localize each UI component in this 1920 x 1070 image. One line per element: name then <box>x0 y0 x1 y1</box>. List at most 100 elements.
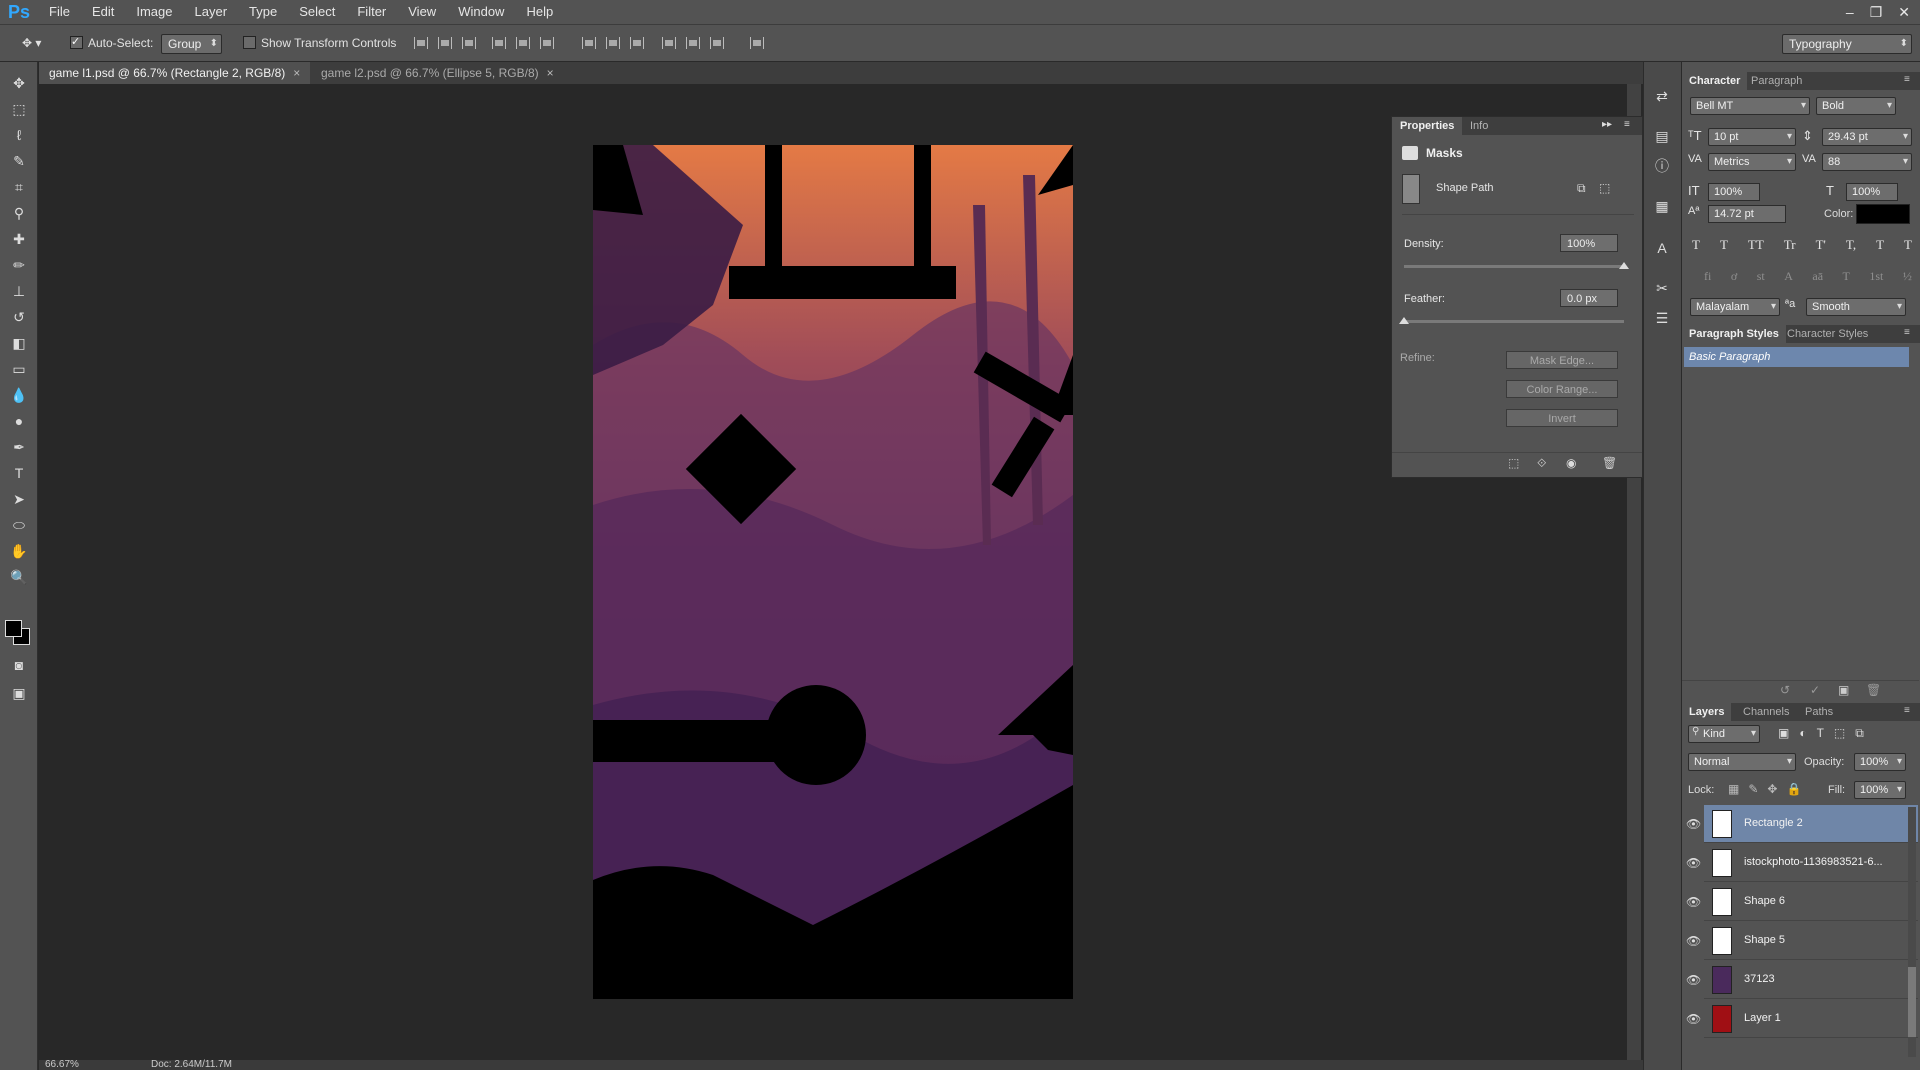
stamp-tool-icon[interactable]: ⊥ <box>8 280 30 302</box>
type-style-button[interactable]: Tr <box>1784 237 1796 253</box>
horizontal-scale-input[interactable]: 100% <box>1846 183 1898 201</box>
document-canvas[interactable] <box>593 145 1073 999</box>
eye-icon[interactable]: 👁 <box>1686 895 1701 909</box>
healing-tool-icon[interactable]: ✚ <box>8 228 30 250</box>
density-slider[interactable] <box>1404 265 1624 268</box>
baseline-shift-input[interactable]: 14.72 pt <box>1708 205 1786 223</box>
type-tool-icon[interactable]: T <box>8 462 30 484</box>
delete-mask-icon[interactable]: 🗑 <box>1602 456 1617 470</box>
align-hcenter-icon[interactable] <box>516 37 530 49</box>
text-color-swatch[interactable] <box>1856 204 1910 224</box>
brush-tool-icon[interactable]: ✏ <box>8 254 30 276</box>
color-range-button[interactable]: Color Range... <box>1506 380 1618 398</box>
tab-layers[interactable]: Layers <box>1682 703 1732 721</box>
paragraph-style-item[interactable]: Basic Paragraph <box>1684 347 1909 367</box>
distribute-right-icon[interactable] <box>710 37 724 49</box>
foreground-color-swatch[interactable] <box>5 620 22 637</box>
zoom-tool-icon[interactable]: 🔍 <box>8 566 30 588</box>
add-mask-icon[interactable]: ⧉ <box>1577 181 1586 196</box>
marquee-tool-icon[interactable]: ⬚ <box>8 98 30 120</box>
adjustments-icon[interactable]: ☰ <box>1652 308 1672 328</box>
panel-menu-icon[interactable]: ≡ <box>1904 327 1910 338</box>
crop-tool-icon[interactable]: ⌗ <box>8 176 30 198</box>
distribute-hcenter-icon[interactable] <box>686 37 700 49</box>
align-right-icon[interactable] <box>540 37 554 49</box>
quick-mask-icon[interactable]: ◙ <box>8 654 30 676</box>
type-style-button[interactable]: T <box>1876 237 1884 253</box>
type-style-button[interactable]: T, <box>1846 237 1856 253</box>
restore-button[interactable]: ❐ <box>1870 4 1883 21</box>
layers-scrollbar[interactable] <box>1908 807 1916 1057</box>
density-input[interactable]: 100% <box>1560 234 1618 252</box>
language-dropdown[interactable]: Malayalam <box>1690 298 1780 316</box>
properties-icon[interactable]: ▤ <box>1652 126 1672 146</box>
tracking-dropdown[interactable]: 88 <box>1822 153 1912 171</box>
blur-tool-icon[interactable]: 💧 <box>8 384 30 406</box>
eye-icon[interactable]: 👁 <box>1686 817 1701 831</box>
tab-game-l2[interactable]: game l2.psd @ 66.7% (Ellipse 5, RGB/8) × <box>311 62 564 84</box>
tab-character[interactable]: Character <box>1682 72 1748 90</box>
eye-icon[interactable]: 👁 <box>1686 934 1701 948</box>
delete-style-icon[interactable]: 🗑 <box>1866 683 1881 697</box>
opentype-button[interactable]: ½ <box>1903 269 1912 285</box>
auto-align-icon[interactable] <box>750 37 764 49</box>
auto-select-dropdown[interactable]: Group <box>161 34 222 54</box>
opentype-button[interactable]: aā <box>1812 269 1823 285</box>
menu-window[interactable]: Window <box>447 0 515 24</box>
actions-icon[interactable]: A <box>1652 238 1672 258</box>
tab-close-icon[interactable]: × <box>547 66 554 80</box>
align-left-icon[interactable] <box>492 37 506 49</box>
tab-game-l1[interactable]: game l1.psd @ 66.7% (Rectangle 2, RGB/8)… <box>39 62 311 84</box>
info-icon[interactable]: ⓘ <box>1652 156 1672 176</box>
eye-icon[interactable]: 👁 <box>1686 973 1701 987</box>
quick-select-tool-icon[interactable]: ✎ <box>8 150 30 172</box>
type-style-button[interactable]: T <box>1720 237 1728 253</box>
mask-edge-button[interactable]: Mask Edge... <box>1506 351 1618 369</box>
fill-input[interactable]: 100% <box>1854 781 1906 799</box>
opentype-button[interactable]: st <box>1757 269 1765 285</box>
menu-view[interactable]: View <box>397 0 447 24</box>
move-tool-icon[interactable]: ✥ ▾ <box>22 34 41 53</box>
scrollbar-thumb[interactable] <box>1908 967 1916 1037</box>
menu-layer[interactable]: Layer <box>184 0 239 24</box>
layer-row[interactable]: 👁 Layer 1 <box>1686 1000 1918 1038</box>
opentype-button[interactable]: ơ <box>1731 269 1737 285</box>
eye-icon[interactable]: 👁 <box>1686 1012 1701 1026</box>
panel-collapse-icon[interactable]: ▸▸ <box>1602 119 1612 130</box>
visibility-icon[interactable]: ◉ <box>1566 456 1576 470</box>
blend-mode-dropdown[interactable]: Normal <box>1688 753 1796 771</box>
tab-channels[interactable]: Channels <box>1736 703 1796 721</box>
type-style-button[interactable]: TT <box>1748 237 1764 253</box>
kerning-dropdown[interactable]: Metrics <box>1708 153 1796 171</box>
brush-presets-icon[interactable]: ✂ <box>1652 278 1672 298</box>
opentype-button[interactable]: 1st <box>1869 269 1883 285</box>
density-slider-knob[interactable] <box>1619 262 1629 269</box>
menu-help[interactable]: Help <box>515 0 564 24</box>
tab-paragraph[interactable]: Paragraph <box>1744 72 1809 90</box>
distribute-top-icon[interactable] <box>582 37 596 49</box>
font-size-input[interactable]: 10 pt <box>1708 128 1796 146</box>
menu-filter[interactable]: Filter <box>346 0 397 24</box>
menu-image[interactable]: Image <box>125 0 183 24</box>
panel-menu-icon[interactable]: ≡ <box>1904 705 1910 716</box>
dodge-tool-icon[interactable]: ● <box>8 410 30 432</box>
history-icon[interactable]: ⇄ <box>1652 86 1672 106</box>
opentype-button[interactable]: fi <box>1704 269 1711 285</box>
menu-select[interactable]: Select <box>288 0 346 24</box>
minimize-button[interactable]: – <box>1846 4 1854 20</box>
layer-filter-icons[interactable]: ▣◐T⬚⧉ <box>1778 726 1874 741</box>
distribute-left-icon[interactable] <box>662 37 676 49</box>
load-selection-icon[interactable]: ⬚ <box>1508 456 1519 470</box>
tab-paragraph-styles[interactable]: Paragraph Styles <box>1682 325 1786 343</box>
layer-row[interactable]: 👁 37123 <box>1686 961 1918 999</box>
menu-type[interactable]: Type <box>238 0 288 24</box>
distribute-bottom-icon[interactable] <box>630 37 644 49</box>
type-style-button[interactable]: T' <box>1816 237 1826 253</box>
tab-paths[interactable]: Paths <box>1798 703 1840 721</box>
show-transform-checkbox[interactable]: Show Transform Controls <box>243 34 396 53</box>
lock-icons[interactable]: ▦✎✥🔒 <box>1728 782 1810 796</box>
clear-override-icon[interactable]: ↺ <box>1780 683 1790 697</box>
font-style-dropdown[interactable]: Bold <box>1816 97 1896 115</box>
feather-slider[interactable] <box>1404 320 1624 323</box>
antialias-dropdown[interactable]: Smooth <box>1806 298 1906 316</box>
